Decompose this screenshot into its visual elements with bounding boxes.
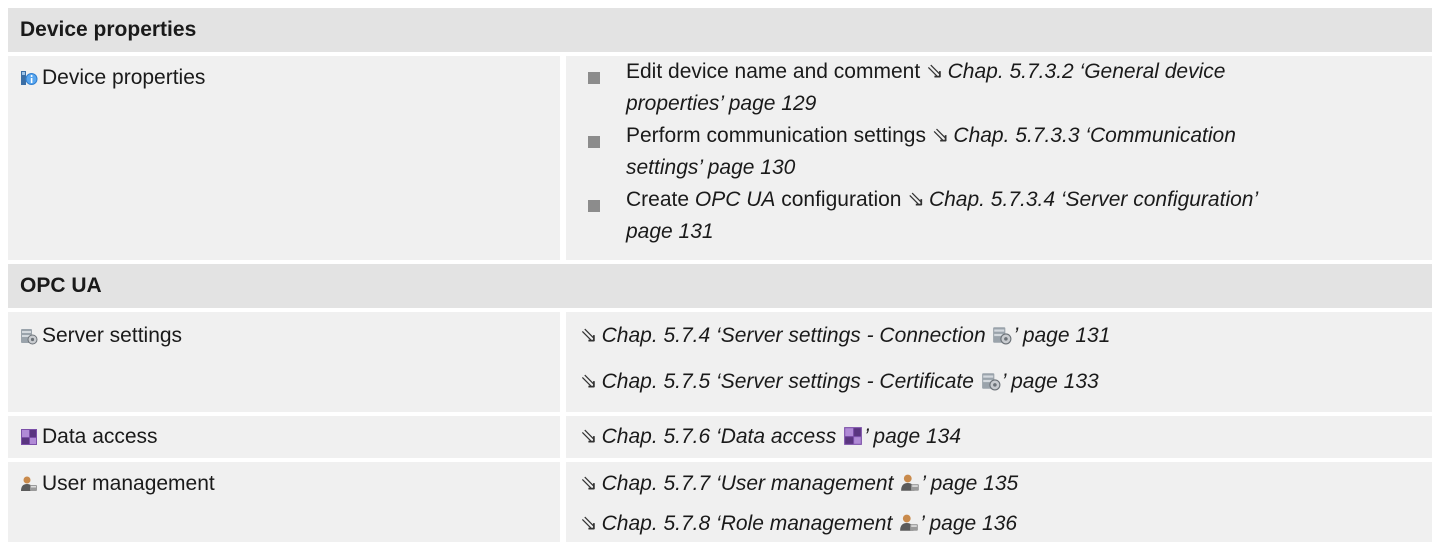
section-header-opc-ua: OPC UA: [8, 264, 1432, 308]
chapter-link[interactable]: Chap. 5.7.3.4 ‘Server configuration’: [929, 188, 1258, 211]
item-text: configuration: [781, 188, 902, 211]
chapter-link-text: Chap. 5.7.7 ‘User management: [601, 472, 900, 495]
row-label-cell: Data access: [8, 416, 560, 458]
chapter-link[interactable]: ⇘ Chap. 5.7.8 ‘Role management ’ page 136: [580, 510, 1017, 538]
list-item: Perform communication settings ⇘ Chap. 5.…: [626, 120, 1422, 184]
chapter-link-page: ’ page 131: [1013, 324, 1111, 347]
user-management-icon: [900, 473, 920, 493]
bullet-icon: [588, 200, 600, 212]
link-arrow-icon: ⇘: [907, 188, 925, 211]
server-settings-icon: [992, 325, 1012, 345]
chapter-link-text: Chap. 5.7.8 ‘Role management: [601, 512, 899, 535]
row-content-cell: Edit device name and comment ⇘ Chap. 5.7.…: [566, 56, 1432, 260]
chapter-link[interactable]: Chap. 5.7.3.3 ‘Communication: [953, 124, 1236, 147]
user-management-icon: [899, 513, 919, 533]
chapter-link-continued[interactable]: page 131: [626, 216, 1422, 248]
section-header-device-properties: Device properties: [8, 8, 1432, 52]
item-text-emphasis: OPC UA: [694, 188, 776, 211]
bullet-icon: [588, 136, 600, 148]
link-arrow-icon: ⇘: [580, 425, 598, 448]
row-label-cell: Server settings: [8, 312, 560, 412]
chapter-link[interactable]: ⇘ Chap. 5.7.6 ‘Data access ’ page 134: [580, 423, 961, 451]
chapter-link-page: ’ page 134: [864, 425, 962, 448]
link-arrow-icon: ⇘: [580, 472, 598, 495]
link-arrow-icon: ⇘: [580, 512, 598, 535]
device-info-icon: [20, 69, 38, 87]
row-label: Device properties: [42, 66, 206, 89]
row-label-cell: Device properties: [8, 56, 560, 260]
server-settings-icon: [20, 327, 38, 345]
item-text: Create: [626, 188, 690, 211]
chapter-link-text: Chap. 5.7.5 ‘Server settings - Certifica…: [601, 370, 980, 393]
chapter-link[interactable]: ⇘ Chap. 5.7.5 ‘Server settings - Certific…: [580, 368, 1099, 396]
user-management-icon: [20, 475, 38, 493]
section-title: Device properties: [20, 18, 197, 41]
server-settings-icon: [981, 371, 1001, 391]
chapter-link[interactable]: Chap. 5.7.3.2 ‘General device: [948, 60, 1226, 83]
link-arrow-icon: ⇘: [580, 324, 598, 347]
chapter-link-page: ’ page 135: [921, 472, 1019, 495]
row-label: Server settings: [42, 324, 183, 347]
chapter-link-page: ’ page 136: [920, 512, 1018, 535]
section-title: OPC UA: [20, 274, 102, 297]
bullet-icon: [588, 72, 600, 84]
list-item: Edit device name and comment ⇘ Chap. 5.7.…: [626, 56, 1422, 120]
row-label: Data access: [42, 425, 158, 448]
chapter-link-page: ’ page 133: [1001, 370, 1099, 393]
chapter-link-continued[interactable]: properties’ page 129: [626, 88, 1422, 120]
row-label: User management: [42, 472, 215, 495]
row-content-cell: ⇘ Chap. 5.7.7 ‘User management ’ page 135…: [566, 462, 1432, 542]
list-item: Create OPC UA configuration ⇘ Chap. 5.7.3…: [626, 184, 1422, 248]
opc-data-access-icon: [843, 426, 863, 446]
opc-data-access-icon: [20, 428, 38, 446]
row-content-cell: ⇘ Chap. 5.7.6 ‘Data access ’ page 134: [566, 416, 1432, 458]
chapter-link[interactable]: ⇘ Chap. 5.7.7 ‘User management ’ page 135: [580, 470, 1018, 498]
link-arrow-icon: ⇘: [931, 124, 950, 147]
chapter-link-continued[interactable]: settings’ page 130: [626, 152, 1422, 184]
item-text: Edit device name and comment: [626, 60, 921, 83]
chapter-link-text: Chap. 5.7.4 ‘Server settings - Connectio…: [601, 324, 992, 347]
row-label-cell: User management: [8, 462, 560, 542]
row-content-cell: ⇘ Chap. 5.7.4 ‘Server settings - Connecti…: [566, 312, 1432, 412]
chapter-link[interactable]: ⇘ Chap. 5.7.4 ‘Server settings - Connecti…: [580, 322, 1110, 350]
link-arrow-icon: ⇘: [580, 370, 598, 393]
chapter-link-text: Chap. 5.7.6 ‘Data access: [601, 425, 843, 448]
item-text: Perform communication settings: [626, 124, 926, 147]
link-arrow-icon: ⇘: [926, 60, 944, 83]
